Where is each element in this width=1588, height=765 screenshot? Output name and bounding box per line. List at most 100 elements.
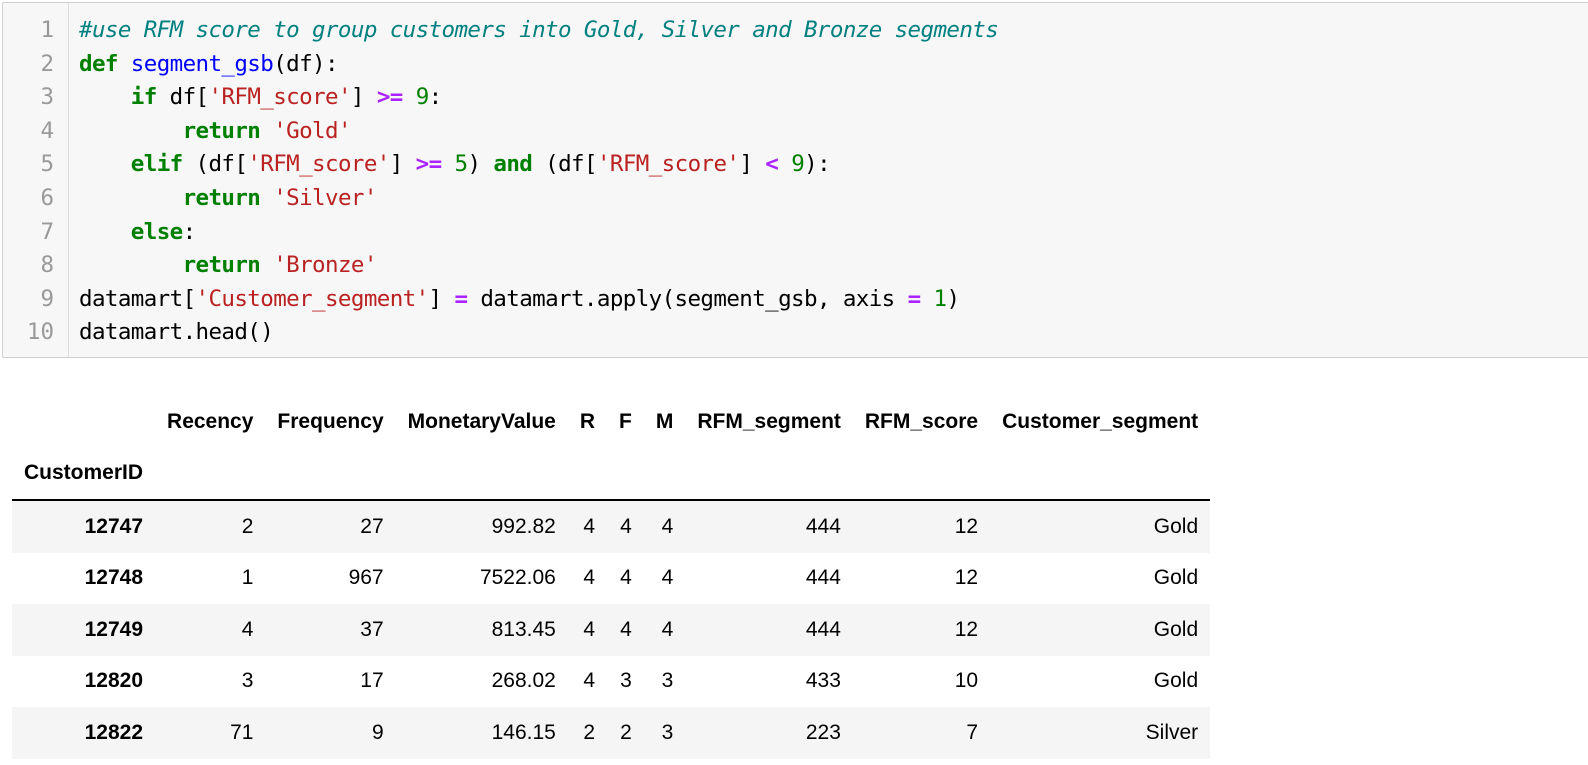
index-corner-cell [12,396,155,448]
table-cell: 2 [241,514,254,538]
code-token: 1 [933,285,947,312]
code-token: #use RFM score to group customers into G… [79,17,999,43]
code-token: 'Silver' [273,184,377,211]
line-number: 5 [40,151,54,178]
table-cell: 4 [661,514,674,538]
table-cell: 4 [583,669,596,693]
code-token: ] [428,285,455,312]
dataframe-body: 12747 2 27 992.82 4 4 4 444 12 Gold 12748 1 967 7522.… [12,500,1211,759]
table-cell: 27 [360,514,384,538]
table-cell: 4 [583,514,596,538]
table-cell: Gold [1153,669,1199,693]
table-cell: 444 [805,617,841,641]
table-cell: 12 [954,514,979,538]
index-row-spacer [265,448,395,501]
code-line: #use RFM score to group customers into G… [79,14,999,48]
line-number: 10 [26,319,54,346]
table-cell: 17 [360,669,384,693]
index-row-spacer [396,448,568,501]
index-row-spacer [155,448,265,501]
table-cell: 223 [805,720,841,744]
index-row-spacer [853,448,990,501]
index-row-spacer [644,448,686,501]
code-line: return 'Gold' [79,115,998,149]
code-token: 'RFM_score' [208,84,352,111]
code-line: elif (df['RFM_score'] >= 5) and (df['RFM… [79,148,998,182]
index-row-spacer [685,448,853,501]
code-token: else [130,218,183,245]
column-header: RFM_segment [697,409,841,433]
line-number: 6 [40,184,54,211]
code-line: return 'Bronze' [79,249,998,283]
line-number: 9 [40,285,54,312]
table-row: 12822 71 9 146.15 2 2 3 223 7 Silver [12,707,1211,759]
table-cell: 4 [661,617,674,641]
table-cell: 12 [954,566,979,590]
column-header: MonetaryValue [407,409,556,433]
line-number: 8 [40,252,54,279]
column-header: RFM_score [864,409,979,433]
column-header: Customer_segment [1002,409,1199,433]
code-token: >= [376,84,404,111]
row-index-cell: 12822 [84,720,144,744]
cell-output: Recency Frequency MonetaryValue R F M RFM_segm… [12,396,1211,759]
table-cell: 4 [241,617,254,641]
code-token: (df[ [532,151,597,178]
code-token: >= [415,151,443,178]
code-cell[interactable]: 1 2 3 4 5 6 7 8 9 10 #use RFM score to group cust… [2,2,1588,358]
table-row: 12749 4 37 813.45 4 4 4 444 12 Gold [12,604,1211,656]
code-line: return 'Silver' [79,182,998,216]
code-token: 9 [791,151,805,178]
code-token: ] [389,151,416,178]
line-number: 2 [40,50,54,77]
line-number: 7 [40,218,54,245]
table-cell: Gold [1153,617,1199,641]
code-token: (df[ [182,151,248,178]
code-token: datamart[ [79,285,196,312]
code-token: ): [804,151,831,178]
table-cell: 433 [805,669,841,693]
table-cell: 71 [230,720,254,744]
code-token: (df): [273,50,338,77]
column-header: Recency [167,409,254,433]
table-cell: 7522.06 [479,566,556,590]
table-cell: 444 [805,566,841,590]
code-token: 'Gold' [273,117,351,144]
table-cell: 10 [954,669,979,693]
table-cell: Gold [1153,514,1199,538]
code-token: elif [130,151,183,178]
code-token: segment_gsb [130,50,274,77]
code-token: datamart.apply(segment_gsb, axis [467,285,908,312]
table-cell: 268.02 [491,669,556,693]
code-token: ] [350,84,377,111]
table-cell: 7 [966,720,979,744]
code-token: : [182,218,197,245]
table-cell: 2 [620,720,632,744]
row-index-cell: 12747 [84,514,144,538]
code-token: ) [467,151,494,178]
table-cell: 146.15 [491,720,556,744]
code-line: datamart.head() [79,316,998,350]
table-cell: 2 [583,720,596,744]
code-token: 9 [415,84,430,111]
index-name-header: CustomerID [24,461,144,485]
table-cell: 1 [241,566,254,590]
table-cell: 967 [348,566,384,590]
code-token: datamart.head() [79,319,274,346]
code-token: 'RFM_score' [596,151,740,178]
code-editor[interactable]: #use RFM score to group customers into G… [69,3,999,357]
row-index-cell: 12749 [84,617,144,641]
code-token: 'Customer_segment' [195,285,430,312]
table-cell: 4 [661,566,674,590]
column-header: F [619,409,632,433]
table-cell: Silver [1145,720,1199,744]
table-row: 12747 2 27 992.82 4 4 4 444 12 Gold [12,500,1211,553]
code-token: 'Bronze' [273,252,377,279]
